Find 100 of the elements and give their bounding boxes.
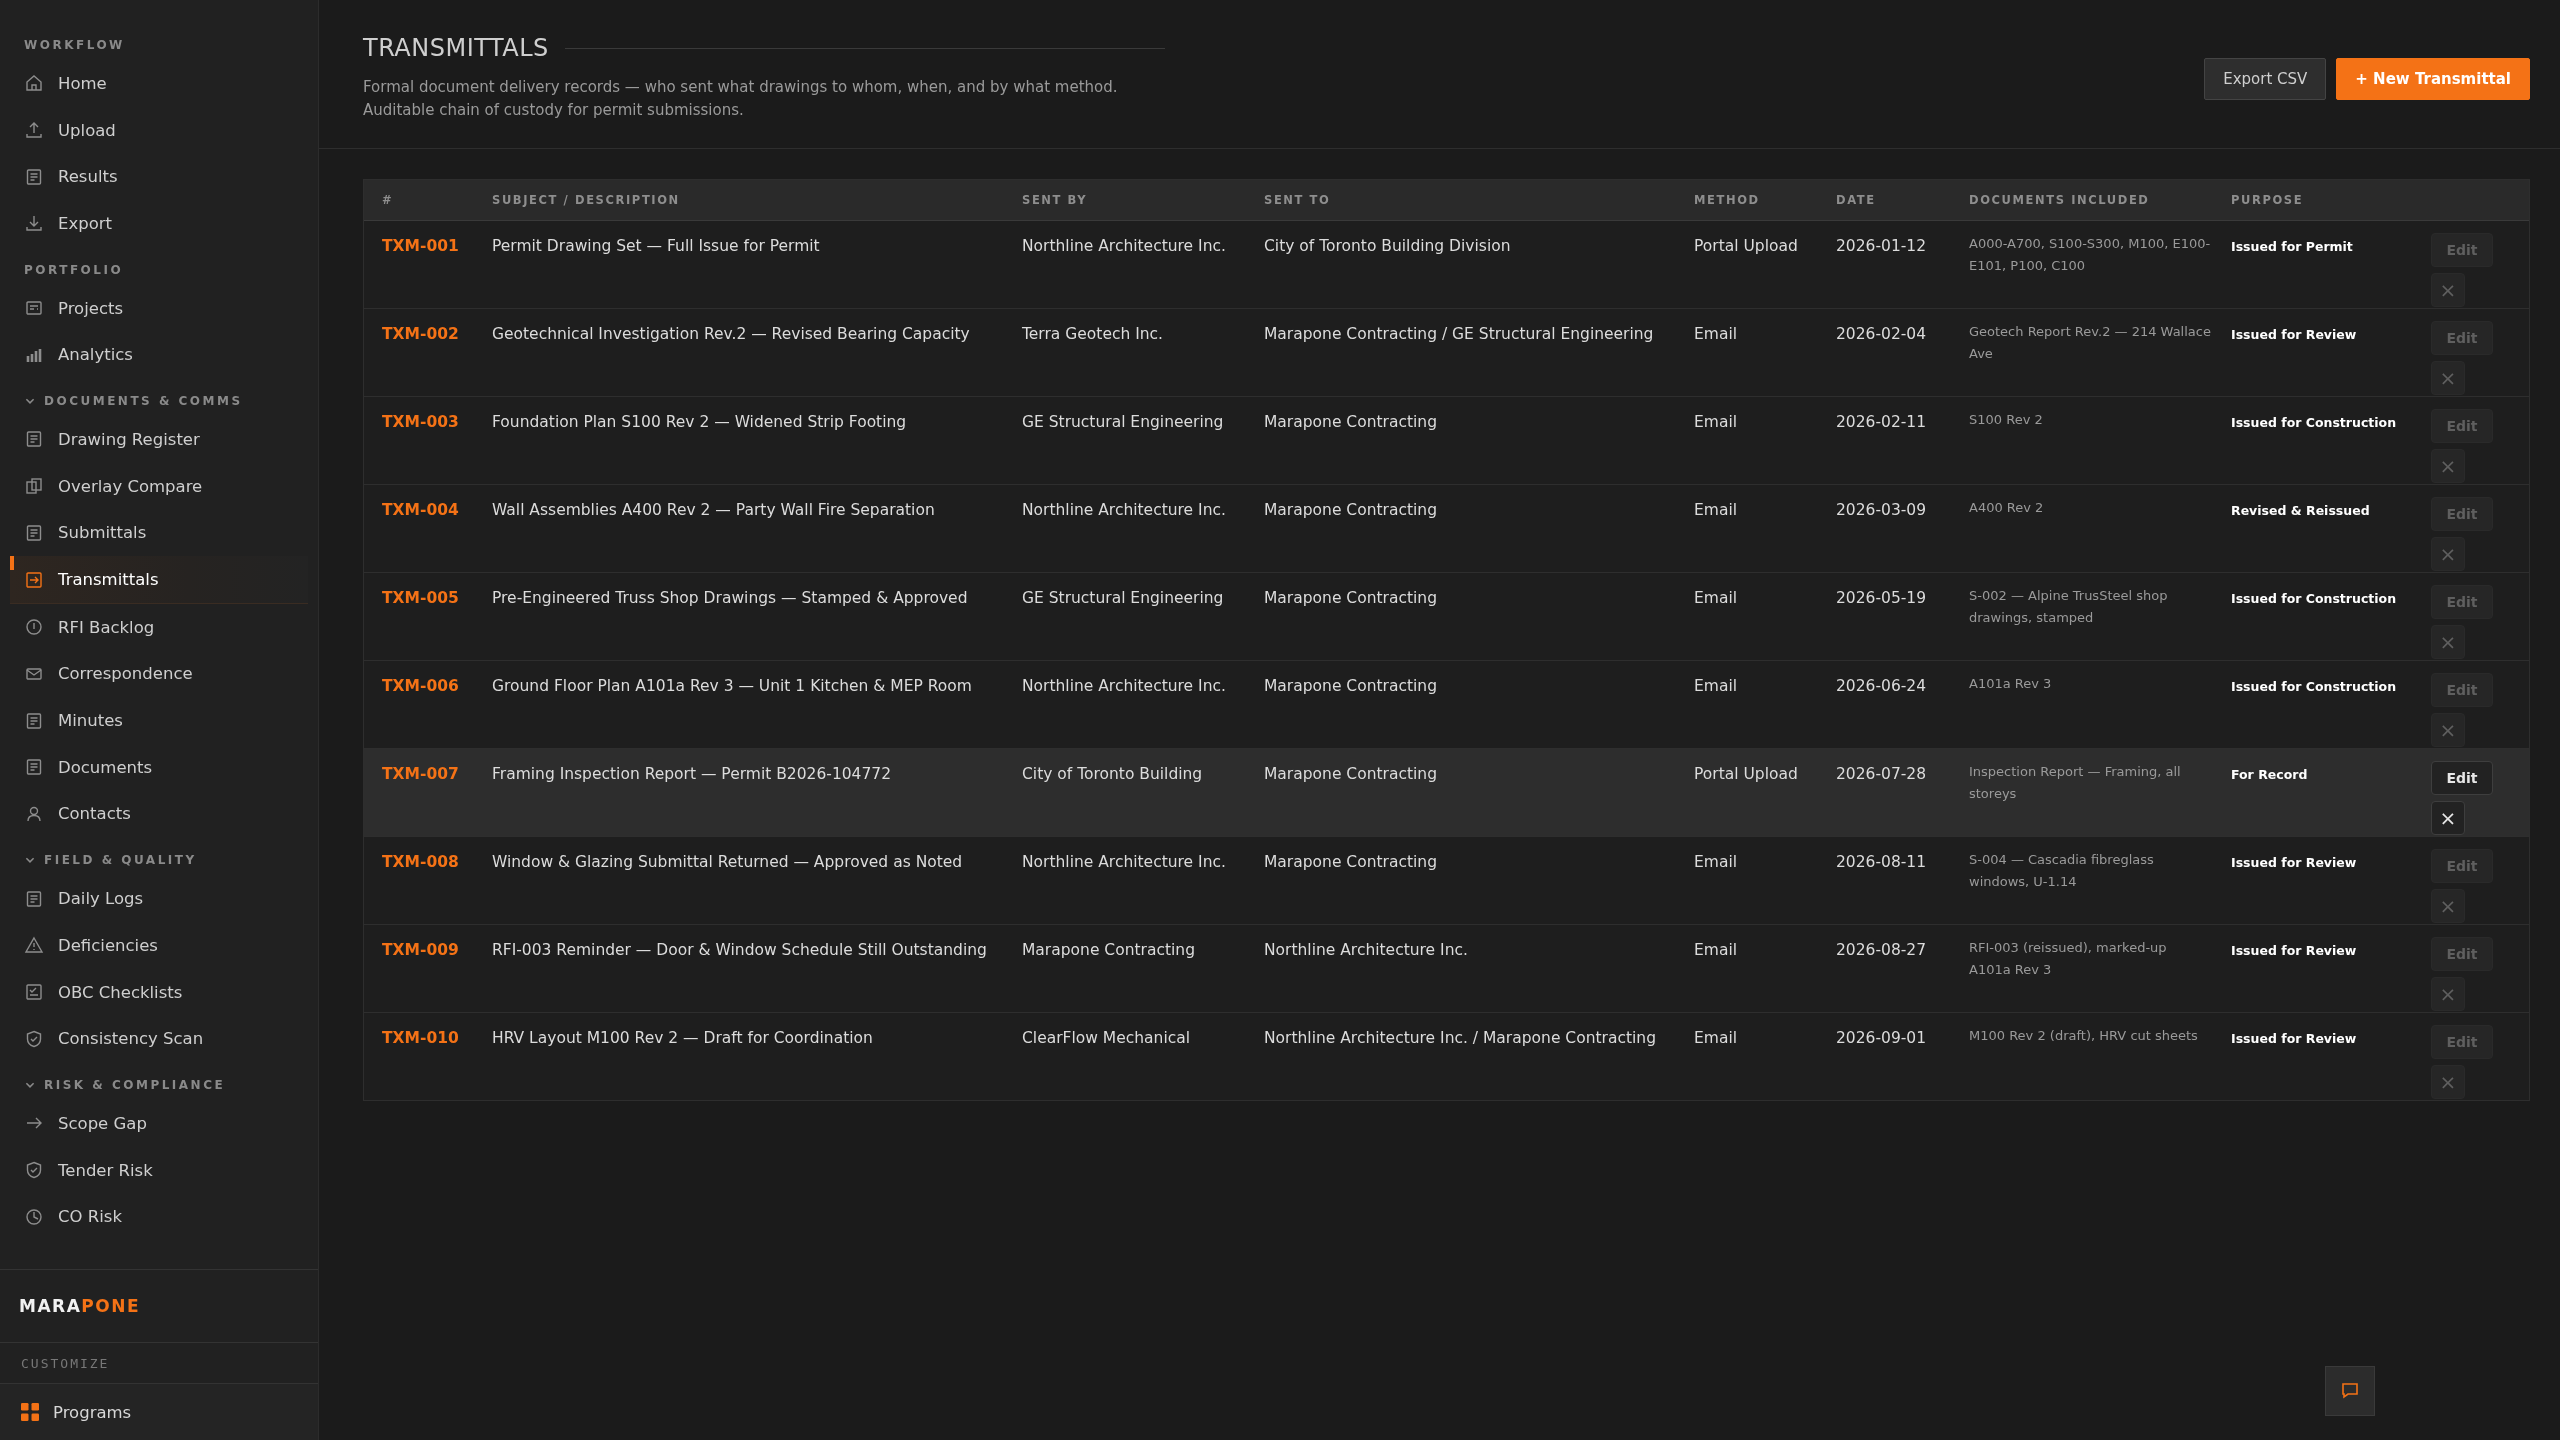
transmittal-id[interactable]: TXM-008 (382, 837, 492, 871)
table-cell-text: Geotech Report Rev.2 — 214 Wallace Ave (1969, 323, 2212, 363)
transmittal-id[interactable]: TXM-010 (382, 1013, 492, 1047)
transmittal-id[interactable]: TXM-001 (382, 221, 492, 255)
sidebar-item[interactable]: Upload (10, 106, 308, 154)
purpose-label: Issued for Review (2231, 942, 2358, 958)
table-cell-text: A000-A700, S100-S300, M100, E100-E101, P100, C100 (1969, 235, 2212, 275)
transmittal-id[interactable]: TXM-006 (382, 661, 492, 695)
sidebar-item[interactable]: Documents (10, 743, 308, 791)
arrow-box-icon (24, 569, 44, 590)
download-icon (24, 213, 44, 234)
column-header: DATE (1836, 193, 1877, 207)
table-cell-text: HRV Layout M100 Rev 2 — Draft for Coordination (492, 1028, 874, 1047)
table-row[interactable]: TXM-004 Wall Assemblies A400 Rev 2 — Party Wall Fire Separation Northline Architecture Inc. Marapone Contracting Email 2026-03-09 A400 Rev 2 Revised & Reissued Edit × (364, 485, 2529, 573)
chat-button[interactable] (2325, 1366, 2375, 1416)
sidebar-item[interactable]: Minutes (10, 697, 308, 744)
document-icon (24, 166, 44, 187)
table-cell-text: GE Structural Engineering (1022, 412, 1225, 431)
section-label: PORTFOLIO (24, 262, 124, 277)
sidebar-item[interactable]: Home (10, 60, 308, 107)
sidebar-item[interactable]: Drawing Register (10, 416, 308, 463)
document-icon (24, 757, 44, 778)
table-cell-text: 2026-03-09 (1836, 500, 1928, 519)
sidebar-item[interactable]: Analytics (10, 331, 308, 379)
document-icon (24, 888, 44, 909)
table-cell-text: 2026-02-11 (1836, 412, 1928, 431)
checklist-icon (24, 982, 44, 1003)
table-cell-text: City of Toronto Building (1022, 764, 1204, 783)
export-button[interactable]: Export CSV (2204, 58, 2327, 100)
sidebar-item[interactable]: Deficiencies (10, 922, 308, 969)
table-row[interactable]: TXM-009 RFI-003 Reminder — Door & Window Schedule Still Outstanding Marapone Contracting Northline Architecture Inc. Email 2026-08-27 RFI-003 (reissued), marked-up A101a Rev 3 Issued for Review Edit × (364, 925, 2529, 1013)
sidebar-item[interactable]: Scope Gap (10, 1100, 308, 1147)
table-cell-text: Email (1694, 852, 1738, 871)
document-icon (24, 429, 44, 450)
shield-icon (24, 1160, 44, 1181)
sidebar-item[interactable]: Tender Risk (10, 1146, 308, 1194)
table-cell-text: Framing Inspection Report — Permit B2026-104772 (492, 764, 893, 783)
table-cell-text: Marapone Contracting (1264, 500, 1438, 519)
sidebar-item[interactable]: Results (10, 153, 308, 201)
sidebar-item[interactable]: Transmittals (10, 556, 308, 604)
section-label: WORKFLOW (24, 38, 125, 52)
section-label: FIELD & QUALITY (44, 853, 197, 868)
upload-icon (24, 120, 44, 141)
table-cell-text: S-004 — Cascadia fibreglass windows, U-1.14 (1969, 851, 2155, 891)
table-cell-text: Pre-Engineered Truss Shop Drawings — Stamped & Approved (492, 588, 969, 607)
table-cell-text: Email (1694, 412, 1738, 431)
brand-name: MARA (19, 1296, 82, 1316)
sidebar-item[interactable]: Correspondence (10, 650, 308, 698)
purpose-label: Issued for Review (2231, 1030, 2358, 1046)
table-cell-text: RFI-003 (reissued), marked-up A101a Rev 3 (1969, 939, 2168, 979)
table-cell-text: Geotechnical Investigation Rev.2 — Revised Bearing Capacity (492, 324, 971, 343)
purpose-label: Revised & Reissued (2231, 502, 2371, 518)
table-row[interactable]: TXM-007 Framing Inspection Report — Permit B2026-104772 City of Toronto Building Marapone Contracting Portal Upload 2026-07-28 Inspection Report — Framing, all storeys For Record Edit × (364, 749, 2529, 837)
table-cell-text: Northline Architecture Inc. (1022, 500, 1227, 519)
delete-button[interactable]: × (2431, 801, 2465, 835)
table-cell-text: 2026-05-19 (1836, 588, 1928, 607)
overlay-icon (24, 476, 44, 497)
table-cell-text: Marapone Contracting (1264, 676, 1438, 695)
column-header: SENT BY (1022, 193, 1089, 207)
transmittal-id[interactable]: TXM-003 (382, 397, 492, 431)
transmittal-id[interactable]: TXM-002 (382, 309, 492, 343)
sidebar-item[interactable]: Overlay Compare (10, 462, 308, 510)
sidebar-item[interactable]: Submittals (10, 509, 308, 557)
sidebar-item[interactable]: OBC Checklists (10, 968, 308, 1016)
table-cell-text: Portal Upload (1694, 764, 1799, 783)
section-label: DOCUMENTS & COMMS (44, 394, 243, 409)
sidebar-item[interactable]: Consistency Scan (10, 1015, 308, 1063)
transmittal-id[interactable]: TXM-004 (382, 485, 492, 519)
table-cell-text: Terra Geotech Inc. (1022, 324, 1165, 343)
table-cell-text: Marapone Contracting (1264, 412, 1438, 431)
table-cell-text: Northline Architecture Inc. (1022, 236, 1227, 255)
info-icon (24, 617, 44, 638)
transmittal-id[interactable]: TXM-007 (382, 749, 492, 783)
sidebar-item[interactable]: Contacts (10, 790, 308, 838)
edit-button[interactable]: Edit (2431, 761, 2493, 795)
sidebar-item[interactable]: RFI Backlog (10, 603, 308, 651)
sidebar-item[interactable]: Projects (10, 284, 308, 332)
table-cell-text: Wall Assemblies A400 Rev 2 — Party Wall Fire Separation (492, 500, 936, 519)
table-cell-text: ClearFlow Mechanical (1022, 1028, 1192, 1047)
sidebar-item[interactable]: Export (10, 200, 308, 247)
purpose-label: Issued for Construction (2231, 678, 2398, 694)
sidebar-item[interactable]: Daily Logs (10, 875, 308, 922)
column-header: DOCUMENTS INCLUDED (1969, 193, 2151, 207)
sidebar-item[interactable]: CO Risk (10, 1193, 308, 1241)
table-cell-text: Email (1694, 500, 1738, 519)
transmittal-id[interactable]: TXM-009 (382, 925, 492, 959)
clock-icon (24, 1206, 44, 1227)
table-row[interactable]: TXM-008 Window & Glazing Submittal Returned — Approved as Noted Northline Architecture Inc. Marapone Contracting Email 2026-08-11 S-004 — Cascadia fibreglass windows, U-1.14 Issued for Review Edit × (364, 837, 2529, 925)
table-cell-text: M100 Rev 2 (draft), HRV cut sheets (1969, 1027, 2199, 1045)
table-cell-text: City of Toronto Building Division (1264, 236, 1512, 255)
transmittal-id[interactable]: TXM-005 (382, 573, 492, 607)
page-description: Formal document delivery records — who sent what drawings to whom, when, and by what method. Auditable chain of custody for permit submissions. (363, 77, 1119, 121)
table-cell-text: Northline Architecture Inc. (1022, 676, 1227, 695)
table-row[interactable]: TXM-003 Foundation Plan S100 Rev 2 — Widened Strip Footing GE Structural Engineering Marapone Contracting Email 2026-02-11 S100 Rev 2 Issued for Construction Edit × (364, 397, 2529, 485)
section-label: RISK & COMPLIANCE (44, 1078, 226, 1093)
document-icon (24, 522, 44, 543)
table-cell-text: 2026-08-11 (1836, 852, 1928, 871)
purpose-label: For Record (2231, 766, 2309, 782)
table-cell-text: Marapone Contracting (1264, 588, 1438, 607)
section-label: CUSTOMIZE (21, 1355, 110, 1371)
